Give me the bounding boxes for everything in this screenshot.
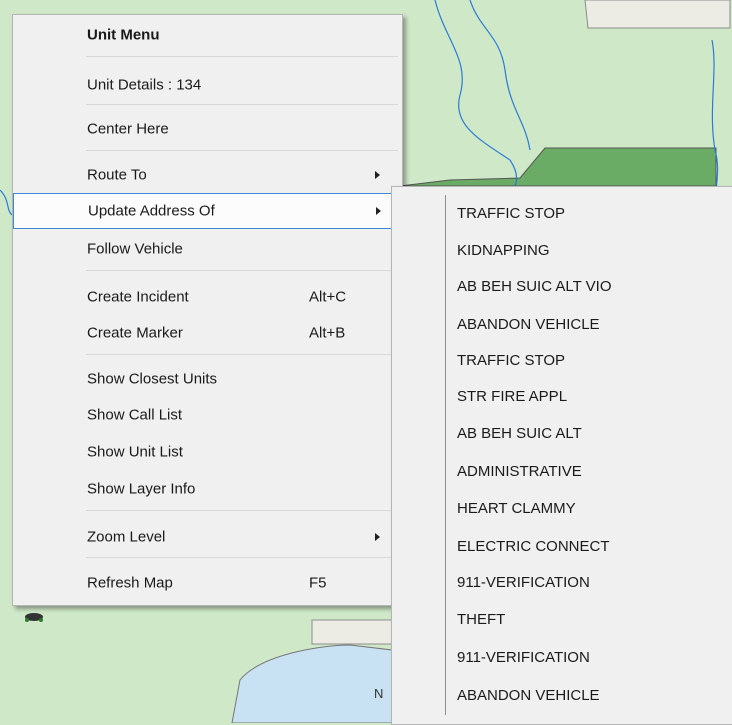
- submenu-item[interactable]: AB BEH SUIC ALT: [457, 425, 582, 442]
- menu-item-unit-details[interactable]: Unit Details : 134: [13, 67, 402, 103]
- menu-item-label: Show Unit List: [87, 443, 183, 461]
- menu-header: Unit Menu: [13, 17, 402, 53]
- menu-item-show-layer-info[interactable]: Show Layer Info: [13, 471, 402, 507]
- menu-separator: [86, 56, 398, 57]
- menu-item-label: Follow Vehicle: [87, 240, 183, 258]
- shortcut-label: Alt+B: [309, 324, 346, 342]
- menu-item-label: Refresh Map: [87, 574, 173, 592]
- submenu-item[interactable]: TRAFFIC STOP: [457, 352, 565, 369]
- submenu-arrow-icon: [376, 207, 381, 215]
- submenu-item[interactable]: STR FIRE APPL: [457, 388, 567, 405]
- menu-item-follow-vehicle[interactable]: Follow Vehicle: [13, 231, 402, 267]
- submenu-item[interactable]: 911-VERIFICATION: [457, 574, 590, 591]
- map-label: N: [374, 686, 384, 701]
- menu-item-label: Create Incident: [87, 288, 189, 306]
- menu-item-label: Zoom Level: [87, 528, 166, 546]
- menu-item-label: Create Marker: [87, 324, 183, 342]
- submenu-item[interactable]: 911-VERIFICATION: [457, 649, 590, 666]
- menu-item-zoom-level[interactable]: Zoom Level: [13, 519, 402, 555]
- submenu-item[interactable]: ABANDON VEHICLE: [457, 316, 600, 333]
- menu-item-show-closest-units[interactable]: Show Closest Units: [13, 361, 402, 397]
- menu-item-create-incident[interactable]: Create Incident Alt+C: [13, 279, 402, 315]
- menu-separator: [86, 104, 398, 105]
- menu-item-show-call-list[interactable]: Show Call List: [13, 397, 402, 433]
- submenu-item[interactable]: ABANDON VEHICLE: [457, 687, 600, 704]
- menu-item-update-address-of[interactable]: Update Address Of: [13, 193, 402, 229]
- submenu-item[interactable]: AB BEH SUIC ALT VIO: [457, 278, 612, 295]
- menu-divider: [445, 195, 446, 715]
- update-address-submenu: TRAFFIC STOP KIDNAPPING AB BEH SUIC ALT …: [391, 186, 732, 725]
- menu-item-label: Route To: [87, 166, 147, 184]
- map-building: [584, 0, 731, 29]
- submenu-item[interactable]: KIDNAPPING: [457, 242, 550, 259]
- submenu-arrow-icon: [375, 171, 380, 179]
- menu-separator: [86, 354, 398, 355]
- submenu-item[interactable]: ELECTRIC CONNECT: [457, 538, 610, 555]
- shortcut-label: Alt+C: [309, 288, 347, 306]
- menu-item-create-marker[interactable]: Create Marker Alt+B: [13, 315, 402, 351]
- menu-header-label: Unit Menu: [87, 26, 160, 44]
- menu-item-label: Show Layer Info: [87, 480, 196, 498]
- menu-item-show-unit-list[interactable]: Show Unit List: [13, 434, 402, 470]
- menu-item-label: Unit Details : 134: [87, 76, 202, 94]
- menu-item-label: Center Here: [87, 120, 169, 138]
- menu-separator: [86, 510, 398, 511]
- shortcut-label: F5: [309, 574, 327, 592]
- menu-separator: [86, 150, 398, 151]
- submenu-item[interactable]: HEART CLAMMY: [457, 500, 576, 517]
- menu-item-label: Update Address Of: [88, 202, 215, 220]
- submenu-item[interactable]: TRAFFIC STOP: [457, 205, 565, 222]
- menu-item-center-here[interactable]: Center Here: [13, 111, 402, 147]
- unit-context-menu: Unit Menu Unit Details : 134 Center Here…: [12, 14, 403, 606]
- submenu-item[interactable]: THEFT: [457, 611, 505, 628]
- menu-item-refresh-map[interactable]: Refresh Map F5: [13, 565, 402, 601]
- map-building: [311, 619, 393, 645]
- menu-item-label: Show Call List: [87, 406, 183, 424]
- menu-separator: [86, 557, 398, 558]
- menu-item-route-to[interactable]: Route To: [13, 157, 402, 193]
- menu-item-label: Show Closest Units: [87, 370, 218, 388]
- submenu-arrow-icon: [375, 533, 380, 541]
- vehicle-icon: [25, 613, 43, 622]
- menu-separator: [86, 270, 398, 271]
- submenu-item[interactable]: ADMINISTRATIVE: [457, 463, 582, 480]
